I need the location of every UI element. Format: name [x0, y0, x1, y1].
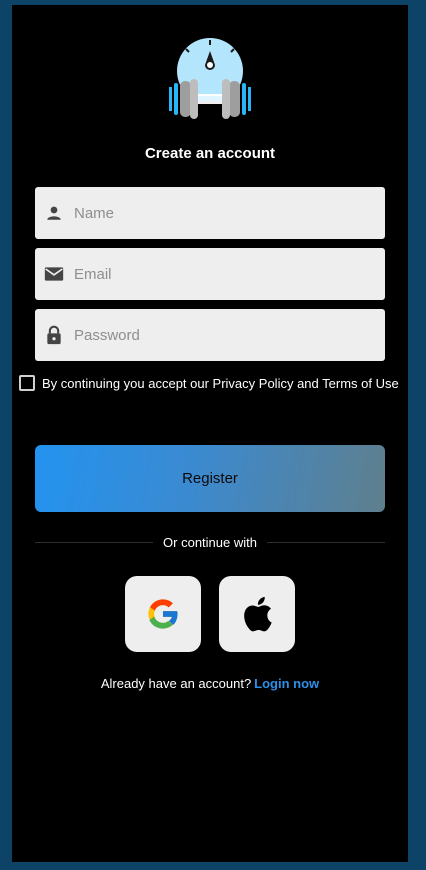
stopwatch-headphones-logo: [169, 38, 251, 119]
terms-label: By continuing you accept our Privacy Pol…: [42, 375, 399, 391]
password-field[interactable]: [35, 309, 385, 361]
terms-checkbox[interactable]: [19, 375, 35, 391]
login-prompt-text: Already have an account?: [100, 676, 252, 691]
email-input[interactable]: [74, 254, 364, 294]
apple-icon: [244, 596, 272, 632]
login-now-link[interactable]: Login now: [254, 676, 319, 691]
password-input[interactable]: [74, 315, 364, 355]
apple-signin-button[interactable]: [219, 576, 295, 652]
google-icon: [148, 599, 179, 629]
google-signin-button[interactable]: [125, 576, 201, 652]
continue-divider: Or continue with: [35, 535, 385, 550]
divider-line-right: [266, 542, 385, 543]
name-field[interactable]: [35, 187, 385, 239]
page-title: Create an account: [144, 145, 276, 162]
person-icon: [44, 203, 64, 223]
email-field[interactable]: [35, 248, 385, 300]
mail-icon: [44, 264, 64, 284]
divider-line-left: [35, 542, 154, 543]
register-button[interactable]: Register: [35, 445, 385, 512]
lock-icon: [44, 325, 64, 345]
terms-row: By continuing you accept our Privacy Pol…: [19, 375, 399, 391]
divider-text: Or continue with: [163, 535, 257, 550]
app-screen: Create an account By continuing you acce…: [12, 5, 408, 862]
name-input[interactable]: [74, 193, 364, 233]
login-prompt-row: Already have an account? Login now: [12, 676, 408, 691]
